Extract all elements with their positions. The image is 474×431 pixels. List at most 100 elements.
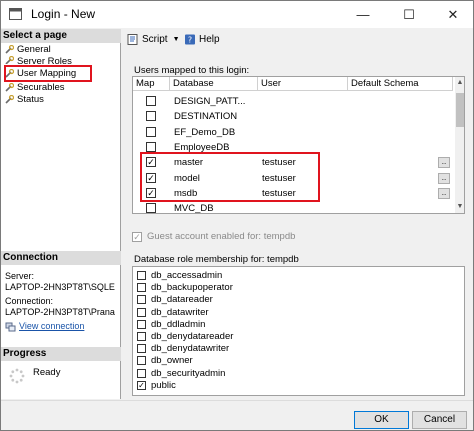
database-cell: EF_Demo_DB (174, 126, 236, 138)
column-header-user[interactable]: User (258, 77, 348, 90)
page-item-label: Status (17, 94, 44, 105)
role-item[interactable]: db_denydatareader (137, 331, 233, 342)
app-icon (9, 8, 22, 20)
column-header-database[interactable]: Database (170, 77, 258, 90)
page-item-server-roles[interactable]: Server Roles (5, 56, 72, 64)
role-label: db_accessadmin (151, 270, 223, 281)
page-item-general[interactable]: General (5, 44, 51, 55)
role-checkbox[interactable] (137, 271, 146, 280)
scroll-up-icon[interactable]: ▲ (455, 77, 464, 89)
guest-checkbox: ✓ (132, 231, 142, 242)
left-pane: Select a page General Server Roles User … (1, 29, 121, 399)
role-item[interactable]: db_securityadmin (137, 368, 225, 379)
connection-icon (5, 322, 16, 331)
wrench-icon (5, 56, 14, 64)
column-header-map[interactable]: Map (133, 77, 170, 90)
role-label: db_denydatareader (151, 331, 234, 342)
server-label: Server: (5, 271, 35, 281)
page-item-label: Server Roles (17, 56, 72, 64)
schema-browse-button[interactable]: .. (438, 157, 450, 169)
help-icon: ? (185, 34, 195, 45)
window-title: Login - New (31, 7, 96, 21)
role-label: db_securityadmin (151, 367, 226, 379)
role-item[interactable]: db_datareader (137, 294, 213, 305)
page-item-securables[interactable]: Securables (5, 82, 65, 93)
close-button[interactable]: ✕ (431, 1, 474, 28)
user-mapping-highlight (4, 65, 92, 82)
role-item[interactable]: db_backupoperator (137, 282, 233, 293)
map-checkbox[interactable] (146, 203, 156, 213)
help-button[interactable]: ? Help (184, 34, 220, 45)
role-item[interactable]: db_accessadmin (137, 270, 222, 281)
cancel-button[interactable]: Cancel (412, 411, 467, 429)
script-button[interactable]: Script ▼ (127, 34, 180, 45)
connection-header: Connection (1, 251, 121, 265)
minimize-button[interactable]: — (341, 1, 385, 28)
users-mapped-label: Users mapped to this login: (134, 65, 250, 76)
scroll-down-icon[interactable]: ▼ (455, 201, 464, 213)
role-item[interactable]: db_owner (137, 355, 193, 366)
role-item[interactable]: ✓ public (137, 380, 176, 391)
toolbar: Script ▼ ? Help (121, 29, 473, 51)
server-value: LAPTOP-2HN3PT8T\SQLE (5, 282, 115, 292)
table-row[interactable]: DESTINATION (133, 109, 453, 124)
map-checkbox[interactable] (146, 126, 156, 137)
view-connection-label: View connection (19, 321, 85, 331)
role-label: db_denydatawriter (151, 343, 230, 355)
schema-browse-button[interactable]: .. (438, 172, 450, 184)
grid-vertical-scrollbar[interactable]: ▲ ▼ (455, 77, 464, 213)
role-label: public (151, 379, 176, 391)
svg-text:?: ? (188, 36, 192, 45)
page-item-label: General (17, 44, 51, 55)
role-label: db_owner (151, 355, 193, 367)
wrench-icon (5, 95, 14, 104)
connection-label: Connection: (5, 296, 54, 306)
help-label: Help (199, 34, 220, 45)
map-checkbox[interactable] (146, 111, 156, 122)
role-checkbox[interactable] (137, 356, 146, 366)
select-page-header: Select a page (1, 29, 121, 43)
wrench-icon (5, 83, 14, 92)
ok-button[interactable]: OK (354, 411, 409, 429)
schema-browse-button[interactable]: .. (438, 187, 450, 199)
table-row[interactable]: EF_Demo_DB (133, 125, 453, 140)
role-checkbox[interactable] (137, 332, 146, 341)
database-cell: DESIGN_PATT... (174, 96, 246, 107)
column-header-default-schema[interactable]: Default Schema (348, 77, 453, 90)
role-checkbox[interactable]: ✓ (137, 380, 146, 390)
view-connection-link[interactable]: View connection (5, 321, 119, 332)
title-bar: Login - New — ☐ ✕ (1, 1, 473, 28)
login-new-window: Login - New — ☐ ✕ Select a page General … (0, 0, 474, 431)
table-row[interactable]: MVC_DB (133, 201, 453, 213)
role-checkbox[interactable] (137, 295, 146, 305)
role-checkbox[interactable] (137, 319, 146, 329)
role-item[interactable]: db_denydatawriter (137, 343, 229, 354)
role-item[interactable]: db_ddladmin (137, 319, 205, 330)
connection-value: LAPTOP-2HN3PT8T\Prana (5, 307, 115, 317)
role-membership-label: Database role membership for: tempdb (134, 254, 299, 265)
wrench-icon (5, 45, 14, 54)
role-label: db_datawriter (151, 306, 209, 318)
script-icon (127, 34, 138, 45)
page-item-label: Securables (17, 82, 65, 93)
guest-label: Guest account enabled for: tempdb (147, 231, 296, 242)
scroll-thumb[interactable] (456, 93, 464, 127)
role-checkbox[interactable] (137, 344, 146, 354)
map-checkbox[interactable] (146, 96, 156, 106)
page-item-status[interactable]: Status (5, 94, 44, 105)
mapped-rows-highlight (140, 152, 320, 202)
role-label: db_backupoperator (151, 282, 233, 294)
role-checkbox[interactable] (137, 368, 146, 378)
role-checkbox[interactable] (137, 283, 146, 293)
database-cell: DESTINATION (174, 111, 238, 123)
maximize-button[interactable]: ☐ (387, 1, 431, 28)
role-label: db_ddladmin (151, 318, 206, 330)
role-item[interactable]: db_datawriter (137, 307, 209, 318)
guest-account-option: ✓ Guest account enabled for: tempdb (132, 231, 295, 242)
role-checkbox[interactable] (137, 307, 146, 317)
map-checkbox[interactable] (146, 141, 156, 152)
table-row[interactable]: DESIGN_PATT... (133, 94, 453, 109)
role-label: db_datareader (151, 294, 213, 306)
script-label: Script (142, 34, 168, 45)
progress-header: Progress (1, 347, 121, 361)
